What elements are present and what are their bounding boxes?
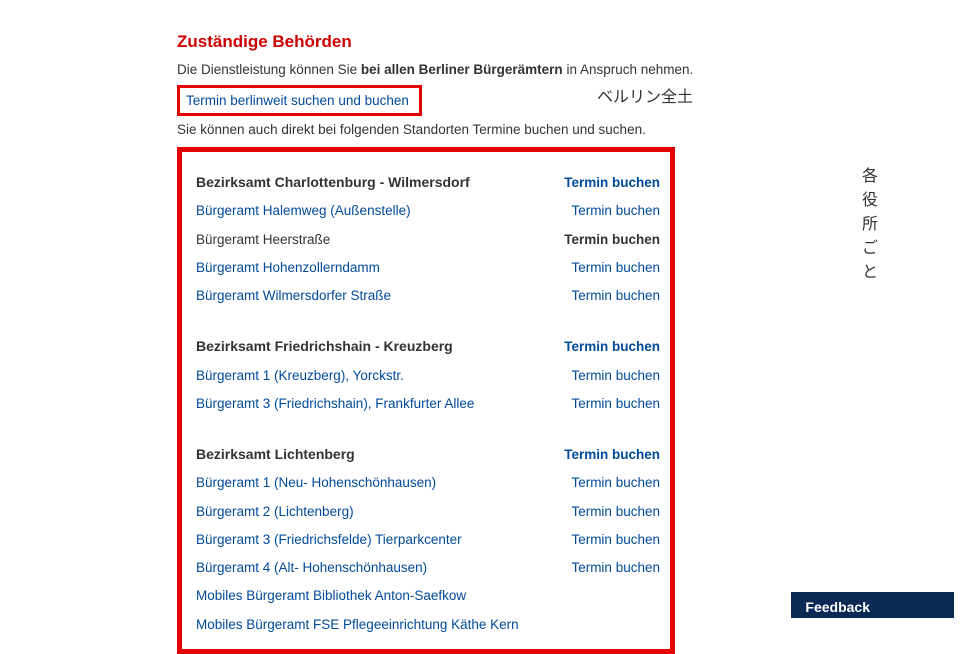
office-row: Bürgeramt 4 (Alt- Hohenschönhausen)Termi… [196,554,660,582]
office-name[interactable]: Bürgeramt 2 (Lichtenberg) [196,502,571,522]
office-row: Bürgeramt 3 (Friedrichsfelde) Tierparkce… [196,526,660,554]
district-header-row: Bezirksamt LichtenbergTermin buchen [196,440,660,469]
office-row: Bürgeramt HeerstraßeTermin buchen [196,226,660,254]
district-block: Bezirksamt LichtenbergTermin buchenBürge… [196,440,660,639]
district-header-row: Bezirksamt Charlottenburg - WilmersdorfT… [196,168,660,197]
office-book-link[interactable]: Termin buchen [571,258,660,278]
office-row: Bürgeramt Wilmersdorfer StraßeTermin buc… [196,282,660,310]
office-row: Mobiles Bürgeramt Bibliothek Anton-Saefk… [196,582,660,610]
office-name[interactable]: Bürgeramt Hohenzollerndamm [196,258,571,278]
district-book-link[interactable]: Termin buchen [564,173,660,193]
intro-text: Die Dienstleistung können Sie bei allen … [177,62,857,77]
annotation-berlinweit: ベルリン全土 [597,83,693,107]
office-row: Bürgeramt 1 (Neu- Hohenschönhausen)Termi… [196,469,660,497]
office-book-link[interactable]: Termin buchen [571,502,660,522]
office-row: Bürgeramt 3 (Friedrichshain), Frankfurte… [196,390,660,418]
office-name[interactable]: Bürgeramt Halemweg (Außenstelle) [196,201,571,221]
office-row: Bürgeramt Halemweg (Außenstelle)Termin b… [196,197,660,225]
district-block: Bezirksamt Charlottenburg - WilmersdorfT… [196,168,660,310]
office-name[interactable]: Bürgeramt 1 (Neu- Hohenschönhausen) [196,473,571,493]
office-name[interactable]: Bürgeramt 1 (Kreuzberg), Yorckstr. [196,366,571,386]
office-name[interactable]: Bürgeramt 3 (Friedrichsfelde) Tierparkce… [196,530,571,550]
berlinweit-link[interactable]: Termin berlinweit suchen und buchen [186,93,409,108]
office-book-link[interactable]: Termin buchen [571,286,660,306]
district-name: Bezirksamt Charlottenburg - Wilmersdorf [196,172,564,193]
section-heading: Zuständige Behörden [177,32,857,52]
office-book-link[interactable]: Termin buchen [571,558,660,578]
berlinweit-highlight-box: Termin berlinweit suchen und buchen [177,85,422,116]
office-book-link[interactable]: Termin buchen [571,473,660,493]
office-book-link[interactable]: Termin buchen [571,366,660,386]
office-row: Bürgeramt 2 (Lichtenberg)Termin buchen [196,498,660,526]
district-book-link[interactable]: Termin buchen [564,337,660,357]
intro-after: in Anspruch nehmen. [563,62,694,77]
office-name[interactable]: Mobiles Bürgeramt Bibliothek Anton-Saefk… [196,586,660,606]
district-book-link[interactable]: Termin buchen [564,445,660,465]
office-row: Bürgeramt 1 (Kreuzberg), Yorckstr.Termin… [196,362,660,390]
district-block: Bezirksamt Friedrichshain - KreuzbergTer… [196,332,660,418]
office-name[interactable]: Bürgeramt 4 (Alt- Hohenschönhausen) [196,558,571,578]
district-name: Bezirksamt Friedrichshain - Kreuzberg [196,336,564,357]
office-name[interactable]: Bürgeramt Wilmersdorfer Straße [196,286,571,306]
office-book-link: Termin buchen [564,230,660,250]
intro-before: Die Dienstleistung können Sie [177,62,361,77]
intro-bold: bei allen Berliner Bürgerämtern [361,62,563,77]
office-book-link[interactable]: Termin buchen [571,201,660,221]
offices-highlight-box: Bezirksamt Charlottenburg - WilmersdorfT… [177,147,675,654]
annotation-offices: 各役所ごと [862,162,878,282]
office-book-link[interactable]: Termin buchen [571,394,660,414]
office-row: Mobiles Bürgeramt FSE Pflegeeinrichtung … [196,611,660,639]
office-name[interactable]: Bürgeramt 3 (Friedrichshain), Frankfurte… [196,394,571,414]
office-book-link[interactable]: Termin buchen [571,530,660,550]
district-header-row: Bezirksamt Friedrichshain - KreuzbergTer… [196,332,660,361]
office-name: Bürgeramt Heerstraße [196,230,564,250]
feedback-button[interactable]: Feedback [791,592,954,618]
district-name: Bezirksamt Lichtenberg [196,444,564,465]
office-row: Bürgeramt HohenzollerndammTermin buchen [196,254,660,282]
subintro-text: Sie können auch direkt bei folgenden Sta… [177,122,857,137]
